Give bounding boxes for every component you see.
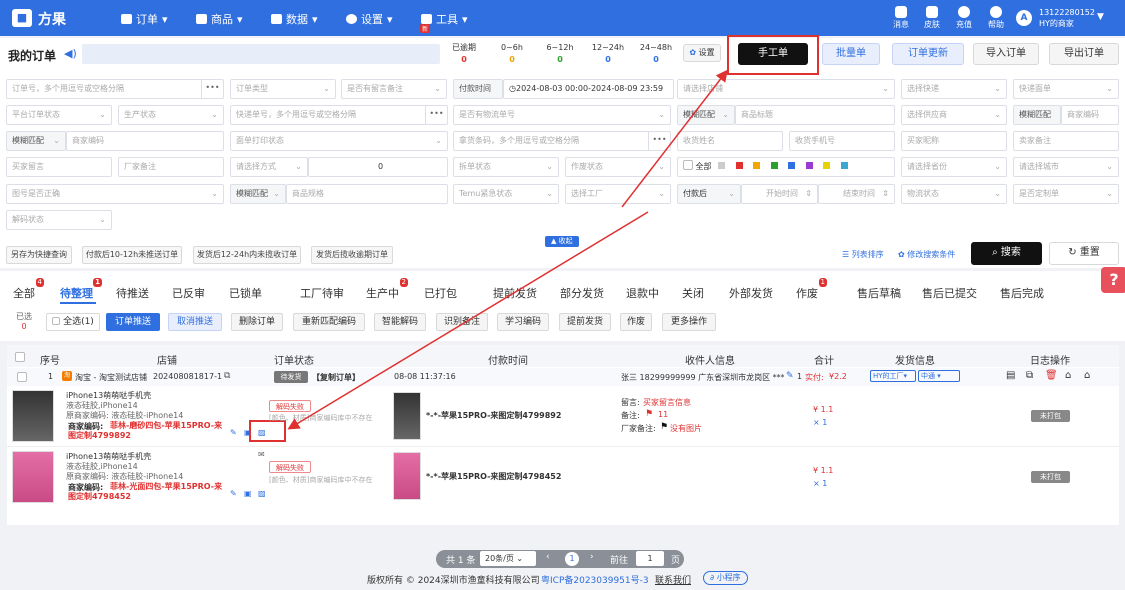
current-page[interactable]: 1 [565, 552, 579, 566]
mini-program-button[interactable]: ∂ 小程序 [703, 571, 748, 585]
copyright: 版权所有 © 2024深圳市渔童科技有限公司 [367, 576, 540, 586]
arrow-to-manual [621, 69, 728, 208]
goto-label: 前往 [610, 556, 629, 566]
goto-input[interactable]: 1 [636, 551, 664, 566]
next-page-icon[interactable]: › [590, 552, 594, 562]
page-unit: 页 [671, 556, 681, 566]
total-count: 共 1 条 [446, 556, 476, 566]
link-icon: ∂ [710, 573, 715, 582]
arrow-to-image [287, 211, 649, 430]
prev-page-icon[interactable]: ‹ [546, 552, 550, 562]
icp-link[interactable]: 粤ICP备2023039951号-3 [541, 573, 649, 586]
annotation-arrows [287, 69, 728, 430]
page-size-select[interactable]: 20条/页 ⌄ [480, 551, 536, 566]
contact-link[interactable]: 联系我们 [655, 573, 691, 586]
